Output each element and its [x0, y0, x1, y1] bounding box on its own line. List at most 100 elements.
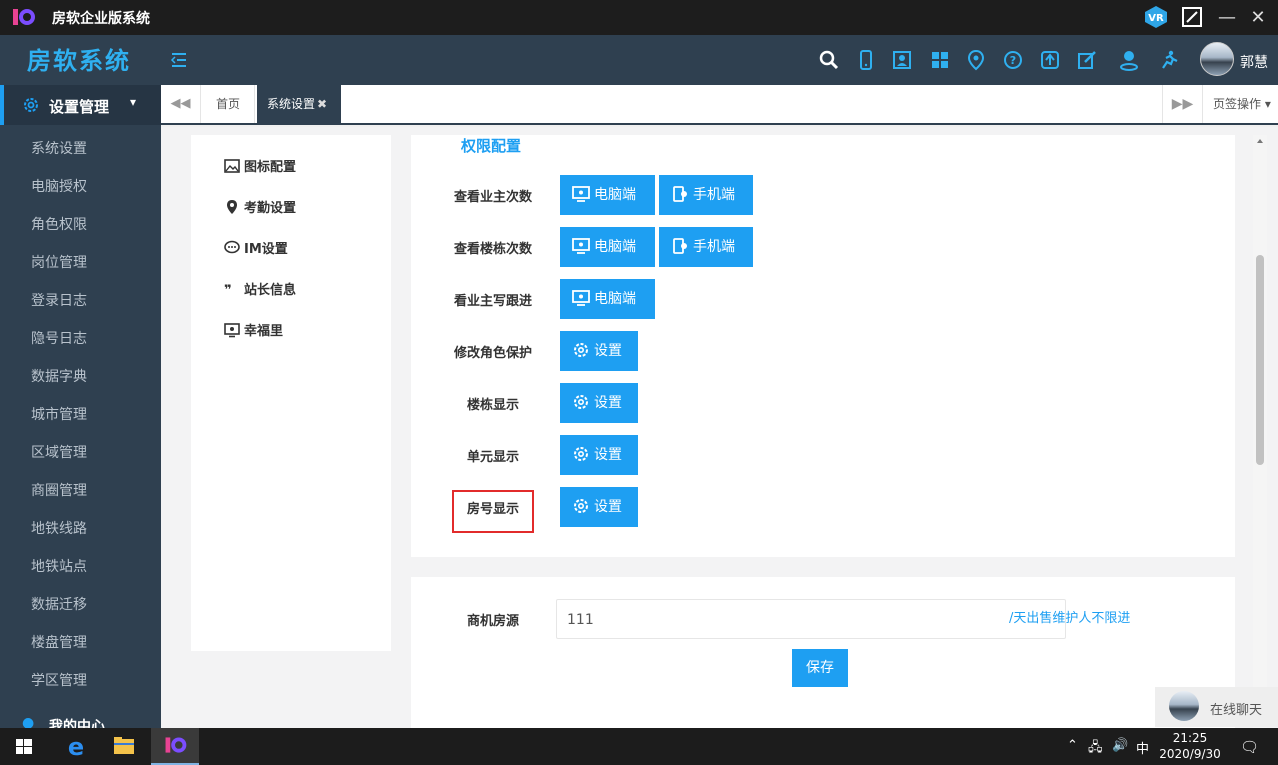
- note-edit-icon[interactable]: [1076, 49, 1098, 71]
- content-scrollbar[interactable]: [1253, 135, 1267, 728]
- apps-grid-icon[interactable]: [929, 49, 951, 71]
- view-owner-mobile-button[interactable]: 手机端: [659, 175, 753, 215]
- sidebar-item-district-management[interactable]: 区域管理: [0, 434, 161, 472]
- role-protection-settings-button[interactable]: 设置: [560, 331, 638, 371]
- sidebar-item-pc-authorization[interactable]: 电脑授权: [0, 168, 161, 206]
- sidebar-item-metro-stations[interactable]: 地铁站点: [0, 548, 161, 586]
- window-title: 房软企业版系统: [52, 11, 150, 27]
- tab-home[interactable]: 首页: [202, 85, 256, 123]
- windows-taskbar: e ⌃ 🖧 🔊 中 21:25 2020/9/30 🗨: [0, 728, 1278, 765]
- desktop-icon: [572, 290, 590, 306]
- user-avatar[interactable]: [1200, 42, 1234, 76]
- commercial-listing-hint: /天出售维护人不限进: [1009, 611, 1131, 626]
- sidebar-item-data-dictionary[interactable]: 数据字典: [0, 358, 161, 396]
- tab-scroll-left-button[interactable]: ◀◀: [161, 85, 201, 123]
- sidebar-item-property-management[interactable]: 楼盘管理: [0, 624, 161, 662]
- network-icon[interactable]: 🖧: [1088, 738, 1103, 760]
- scroll-thumb[interactable]: [1256, 255, 1264, 465]
- minimize-button[interactable]: —: [1214, 5, 1240, 31]
- sidebar-item-login-log[interactable]: 登录日志: [0, 282, 161, 320]
- menu-item-xingfuli[interactable]: 幸福里: [224, 320, 283, 340]
- clock-time: 21:25: [1172, 731, 1208, 745]
- location-pin-icon: [227, 200, 237, 214]
- app-logo-icon: [13, 9, 35, 25]
- permission-config-panel: 权限配置 查看业主次数 电脑端 手机端 查看楼栋次数 电脑端 手机端 看业主写跟…: [411, 135, 1235, 557]
- menu-item-label: 考勤设置: [244, 201, 297, 216]
- contact-card-icon[interactable]: [891, 49, 913, 71]
- tab-system-settings[interactable]: 系统设置 ✖: [257, 85, 341, 123]
- search-icon[interactable]: [818, 49, 840, 71]
- sidebar-item-hidden-number-log[interactable]: 隐号日志: [0, 320, 161, 358]
- tab-operations-dropdown[interactable]: 页签操作 ▾: [1202, 85, 1278, 123]
- volume-icon[interactable]: 🔊: [1112, 738, 1128, 753]
- vr-icon[interactable]: VR: [1144, 5, 1168, 29]
- tab-scroll-right-button[interactable]: ▶▶: [1162, 85, 1202, 123]
- menu-item-label: 幸福里: [244, 324, 284, 339]
- online-chat-widget[interactable]: 在线聊天: [1155, 687, 1278, 727]
- tab-label: 系统设置: [267, 97, 316, 111]
- windows-start-icon[interactable]: [0, 728, 48, 765]
- brand-logo: 房软系统: [27, 47, 131, 75]
- ime-indicator[interactable]: 中: [1136, 738, 1149, 757]
- row-label-role-protection: 修改角色保护: [453, 346, 532, 361]
- menu-toggle-icon[interactable]: [170, 51, 188, 69]
- close-window-button[interactable]: ✕: [1245, 5, 1271, 31]
- sidebar-section-label: 我的中心: [49, 719, 105, 728]
- sidebar-item-school-district[interactable]: 学区管理: [0, 662, 161, 700]
- sidebar-item-system-settings[interactable]: 系统设置: [0, 130, 161, 168]
- sidebar-item-data-migration[interactable]: 数据迁移: [0, 586, 161, 624]
- menu-item-webmaster-info[interactable]: ❞ 站长信息: [224, 279, 296, 299]
- edge-browser-icon[interactable]: e: [52, 728, 100, 765]
- view-building-mobile-button[interactable]: 手机端: [659, 227, 753, 267]
- fangruan-app-taskbar-icon[interactable]: [151, 728, 199, 765]
- sidebar-item-role-permissions[interactable]: 角色权限: [0, 206, 161, 244]
- sidebar-item-metro-lines[interactable]: 地铁线路: [0, 510, 161, 548]
- username[interactable]: 郭慧: [1240, 52, 1268, 72]
- tray-chevron-icon[interactable]: ⌃: [1067, 738, 1078, 753]
- runner-icon[interactable]: [1158, 49, 1180, 71]
- menu-item-icon-config[interactable]: 图标配置: [224, 156, 296, 176]
- save-button[interactable]: 保存: [792, 649, 848, 687]
- view-owner-pc-button[interactable]: 电脑端: [560, 175, 655, 215]
- view-building-pc-button[interactable]: 电脑端: [560, 227, 655, 267]
- button-label: 电脑端: [594, 187, 636, 203]
- user-location-icon[interactable]: [1118, 49, 1140, 71]
- close-tab-icon[interactable]: ✖: [317, 97, 327, 111]
- window-titlebar: 房软企业版系统 VR — ✕: [0, 0, 1278, 35]
- file-explorer-icon[interactable]: [100, 728, 148, 765]
- help-icon[interactable]: ?: [1002, 49, 1024, 71]
- gear-icon: [574, 395, 588, 409]
- location-icon[interactable]: [965, 49, 987, 71]
- room-number-display-settings-button[interactable]: 设置: [560, 487, 638, 527]
- sidebar-item-city-management[interactable]: 城市管理: [0, 396, 161, 434]
- menu-item-im-settings[interactable]: IM设置: [224, 238, 288, 258]
- menu-item-label: IM设置: [244, 242, 288, 257]
- building-display-settings-button[interactable]: 设置: [560, 383, 638, 423]
- scroll-up-arrow[interactable]: [1257, 139, 1263, 143]
- commercial-listing-input[interactable]: 111: [556, 599, 1066, 639]
- edit-icon[interactable]: [1181, 6, 1203, 28]
- button-label: 电脑端: [594, 239, 636, 255]
- tab-operations-label: 页签操作: [1213, 97, 1262, 111]
- menu-item-attendance[interactable]: 考勤设置: [224, 197, 296, 217]
- desktop-icon: [572, 238, 590, 254]
- image-icon: [224, 159, 240, 173]
- row-label-view-building-count: 查看楼栋次数: [453, 242, 532, 257]
- sidebar-item-position-management[interactable]: 岗位管理: [0, 244, 161, 282]
- system-clock[interactable]: 21:25 2020/9/30: [1158, 730, 1222, 762]
- sidebar-section-settings[interactable]: 设置管理 ▾: [0, 85, 161, 125]
- row-label-room-number-display: 房号显示: [466, 502, 519, 517]
- svg-text:e: e: [68, 733, 84, 761]
- mobile-icon[interactable]: [855, 49, 877, 71]
- mobile-icon: [673, 238, 687, 254]
- owner-followup-pc-button[interactable]: 电脑端: [560, 279, 655, 319]
- top-header: 房软系统 ? 郭慧: [0, 35, 1278, 85]
- sidebar-section-my-center[interactable]: ● 我的中心: [0, 713, 161, 728]
- sidebar-item-business-area[interactable]: 商圈管理: [0, 472, 161, 510]
- unit-display-settings-button[interactable]: 设置: [560, 435, 638, 475]
- sidebar-section-label: 设置管理: [49, 98, 110, 116]
- notification-icon[interactable]: 🗨: [1240, 738, 1259, 756]
- upload-icon[interactable]: [1039, 49, 1061, 71]
- section-title: 权限配置: [461, 137, 522, 155]
- desktop-icon: [572, 186, 590, 202]
